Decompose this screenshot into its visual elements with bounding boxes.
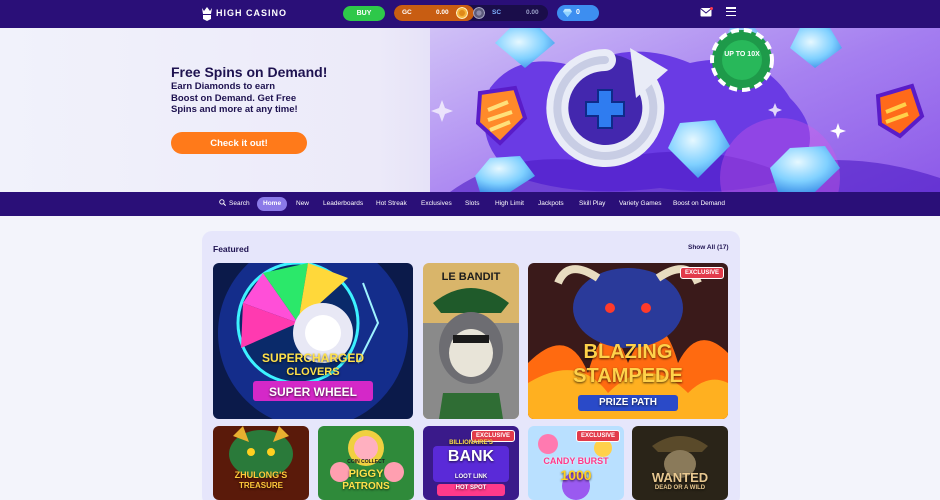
game-title-line: BILLIONAIRE'S — [449, 440, 493, 446]
nav-search-label: Search — [229, 200, 250, 207]
game-title-line: PRIZE PATH — [599, 397, 657, 408]
game-title-line: BLAZING — [583, 341, 673, 363]
category-nav: Search Home New Leaderboards Hot Streak … — [0, 192, 940, 216]
nav-tab-home[interactable]: Home — [257, 197, 288, 211]
nav-tab-leaderboards[interactable]: Leaderboards — [323, 197, 363, 211]
nav-tab-slots[interactable]: Slots — [465, 197, 479, 211]
game-tile-piggy-patrons[interactable]: COIN COLLECT PIGGY PATRONS — [318, 426, 414, 500]
game-title-line: 1000 — [560, 467, 592, 483]
game-title-line: SUPERCHARGED — [261, 351, 364, 365]
search-icon — [219, 199, 226, 206]
game-title-line: SUPER WHEEL — [268, 385, 357, 399]
mail-icon[interactable] — [700, 7, 713, 17]
nav-tab-jackpots[interactable]: Jackpots — [538, 197, 564, 211]
game-title-line: PATRONS — [342, 481, 390, 492]
game-title-line: STAMPEDE — [573, 365, 683, 387]
game-title-line: LE BANDIT — [441, 271, 501, 283]
game-title-line: TREASURE — [238, 481, 283, 490]
game-tile-candy-burst-1000[interactable]: EXCLUSIVE CANDY BURST 1000 — [528, 426, 624, 500]
nav-tab-boost-on-demand[interactable]: Boost on Demand — [673, 197, 725, 211]
game-tile-supercharged-clovers[interactable]: SUPERCHARGED CLOVERS SUPER WHEEL — [213, 263, 413, 419]
game-title-line: CANDY BURST — [543, 456, 609, 466]
game-art — [423, 263, 519, 419]
game-title-line: COIN COLLECT — [347, 459, 385, 465]
nav-tab-new[interactable]: New — [296, 197, 309, 211]
game-tile-zhulongs-treasure[interactable]: ZHULONG'S TREASURE — [213, 426, 309, 500]
currency-wallet[interactable]: GC 0.00 SC 0.00 — [394, 5, 548, 21]
sc-value: 0.00 — [526, 9, 539, 16]
chip-upto-text: UP TO 10X — [724, 51, 760, 58]
gc-label: GC — [402, 9, 412, 16]
game-title-line: DEAD OR A WILD — [654, 485, 706, 491]
top-bar: HIGH CASINO BUY GC 0.00 SC 0.00 0 — [0, 0, 940, 28]
nav-tab-variety-games[interactable]: Variety Games — [619, 197, 662, 211]
nav-tab-high-limit[interactable]: High Limit — [495, 197, 524, 211]
game-tile-blazing-stampede[interactable]: EXCLUSIVE BLAZING STAMPEDE PRIZE PATH — [528, 263, 728, 419]
gc-coin-icon — [456, 7, 468, 19]
exclusive-badge: EXCLUSIVE — [575, 430, 620, 442]
game-title-line: HOT SPOT — [455, 485, 487, 491]
sc-label: SC — [492, 9, 502, 16]
promo-description: Earn Diamonds to earn Boost on Demand. G… — [171, 81, 298, 115]
sc-coin-icon — [473, 7, 485, 19]
featured-heading: Featured — [213, 244, 249, 254]
game-title-line: ZHULONG'S — [234, 470, 288, 480]
nav-tab-hot-streak[interactable]: Hot Streak — [376, 197, 407, 211]
diamond-count: 0 — [576, 9, 580, 16]
exclusive-badge: EXCLUSIVE — [679, 267, 724, 279]
game-tile-billionaires-bank[interactable]: EXCLUSIVE BILLIONAIRE'S BANK LOOT LINK H… — [423, 426, 519, 500]
diamond-icon — [563, 8, 572, 17]
hamburger-menu-icon[interactable] — [726, 7, 736, 17]
check-it-out-button[interactable]: Check it out! — [171, 132, 307, 154]
game-tile-wanted-dead-or-a-wild[interactable]: WANTED DEAD OR A WILD — [632, 426, 728, 500]
game-tile-le-bandit[interactable]: LE BANDIT — [423, 263, 519, 419]
site-logo[interactable]: HIGH CASINO — [200, 5, 287, 21]
game-title-line: CLOVERS — [286, 366, 340, 378]
boost-on-demand-illustration: UP TO 10X — [430, 28, 940, 192]
gc-value: 0.00 — [436, 9, 449, 16]
game-title-line: PIGGY — [348, 468, 384, 480]
nav-tab-skill-play[interactable]: Skill Play — [579, 197, 605, 211]
logo-icon — [202, 7, 212, 21]
game-title-line: BANK — [447, 448, 495, 465]
buy-button[interactable]: BUY — [343, 6, 385, 21]
diamond-balance[interactable]: 0 — [557, 5, 599, 21]
nav-search[interactable]: Search — [219, 197, 250, 211]
logo-text: HIGH CASINO — [216, 8, 288, 18]
game-title-line: LOOT LINK — [454, 474, 488, 480]
game-title-line: WANTED — [651, 470, 709, 485]
promo-banner: UP TO 10X Free Spins on Demand! Earn Dia… — [0, 28, 940, 192]
promo-title: Free Spins on Demand! — [171, 64, 328, 80]
show-all-link[interactable]: Show All (17) — [688, 244, 729, 251]
nav-tab-exclusives[interactable]: Exclusives — [421, 197, 452, 211]
